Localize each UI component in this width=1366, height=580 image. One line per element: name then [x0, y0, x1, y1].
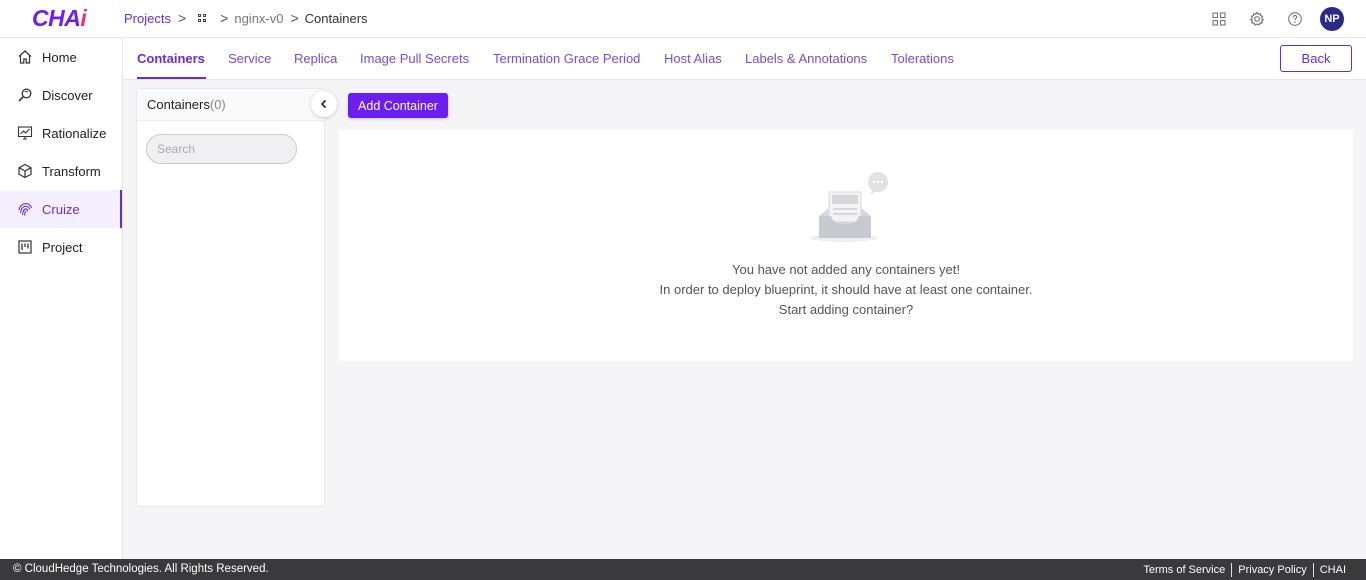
cube-icon [16, 162, 34, 180]
rationalize-icon [16, 124, 34, 142]
board-icon [16, 238, 34, 256]
active-tab-indicator [137, 77, 206, 79]
tab-replica[interactable]: Replica [294, 51, 337, 66]
help-icon[interactable] [1276, 6, 1314, 32]
header-actions: NP [1200, 6, 1344, 32]
sidebar: Home Discover Rationalize Transform Crui… [0, 38, 123, 559]
sidebar-item-label: Rationalize [42, 125, 107, 141]
search-input[interactable] [146, 134, 297, 164]
chevron-left-icon [320, 99, 327, 109]
sidebar-item-label: Project [42, 239, 83, 255]
containers-count: (0) [209, 97, 226, 112]
footer-brand: CHAI [1319, 564, 1346, 576]
user-avatar[interactable]: NP [1320, 7, 1344, 31]
empty-state-message: You have not added any containers yet! I… [339, 260, 1353, 320]
chevron-right-icon: > [290, 10, 299, 26]
top-bar: CHAi Projects > > nginx-v0 > Containers … [0, 0, 1366, 38]
settings-icon[interactable] [1238, 6, 1276, 32]
empty-state-line-1: You have not added any containers yet! [732, 262, 960, 277]
empty-state-line-3: Start adding container? [778, 302, 914, 317]
containers-panel-header: Containers (0) [137, 89, 324, 121]
tab-containers[interactable]: Containers [137, 51, 205, 66]
footer-links: Terms of Service Privacy Policy CHAI [1137, 563, 1352, 577]
tab-service[interactable]: Service [228, 51, 271, 66]
tab-bar: Containers Service Replica Image Pull Se… [123, 38, 1366, 80]
breadcrumb-current: Containers [304, 10, 368, 26]
chevron-right-icon: > [220, 10, 229, 26]
empty-state-card: You have not added any containers yet! I… [339, 130, 1353, 361]
sidebar-item-rationalize[interactable]: Rationalize [0, 114, 122, 152]
sidebar-item-home[interactable]: Home [0, 38, 122, 76]
discover-icon [16, 86, 34, 104]
tab-termination-grace-period[interactable]: Termination Grace Period [493, 51, 640, 66]
breadcrumb-projects-link[interactable]: Projects [124, 11, 171, 26]
fingerprint-icon [16, 200, 34, 218]
terms-of-service-link[interactable]: Terms of Service [1137, 564, 1231, 576]
empty-inbox-illustration [809, 170, 899, 253]
add-container-button[interactable]: Add Container [348, 93, 448, 118]
footer: © CloudHedge Technologies. All Rights Re… [0, 559, 1366, 580]
tab-host-alias[interactable]: Host Alias [664, 51, 722, 66]
tab-image-pull-secrets[interactable]: Image Pull Secrets [360, 51, 469, 66]
tab-labels-annotations[interactable]: Labels & Annotations [745, 51, 867, 66]
sidebar-item-transform[interactable]: Transform [0, 152, 122, 190]
chevron-right-icon: > [177, 10, 187, 26]
sidebar-item-label: Discover [42, 87, 93, 103]
breadcrumb: Projects > > nginx-v0 > Containers [124, 10, 368, 26]
privacy-policy-link[interactable]: Privacy Policy [1232, 564, 1312, 576]
containers-panel-title: Containers [147, 97, 210, 112]
collapse-panel-button[interactable] [311, 91, 337, 117]
breadcrumb-project-name[interactable]: nginx-v0 [234, 11, 283, 26]
tab-tolerations[interactable]: Tolerations [891, 51, 954, 66]
empty-state-line-2: In order to deploy blueprint, it should … [659, 282, 1033, 297]
sidebar-item-label: Home [42, 49, 77, 65]
sidebar-item-label: Transform [42, 163, 101, 179]
sidebar-item-project[interactable]: Project [0, 228, 122, 266]
sidebar-item-discover[interactable]: Discover [0, 76, 122, 114]
sidebar-item-cruize[interactable]: Cruize [0, 190, 122, 228]
copyright-text: © CloudHedge Technologies. All Rights Re… [13, 563, 269, 575]
chai-logo[interactable]: CHAi [32, 5, 87, 32]
back-button[interactable]: Back [1280, 45, 1352, 72]
apps-grid-icon[interactable] [1200, 6, 1238, 32]
home-icon [16, 48, 34, 66]
sidebar-item-label: Cruize [42, 201, 80, 217]
project-grid-icon [198, 13, 207, 23]
